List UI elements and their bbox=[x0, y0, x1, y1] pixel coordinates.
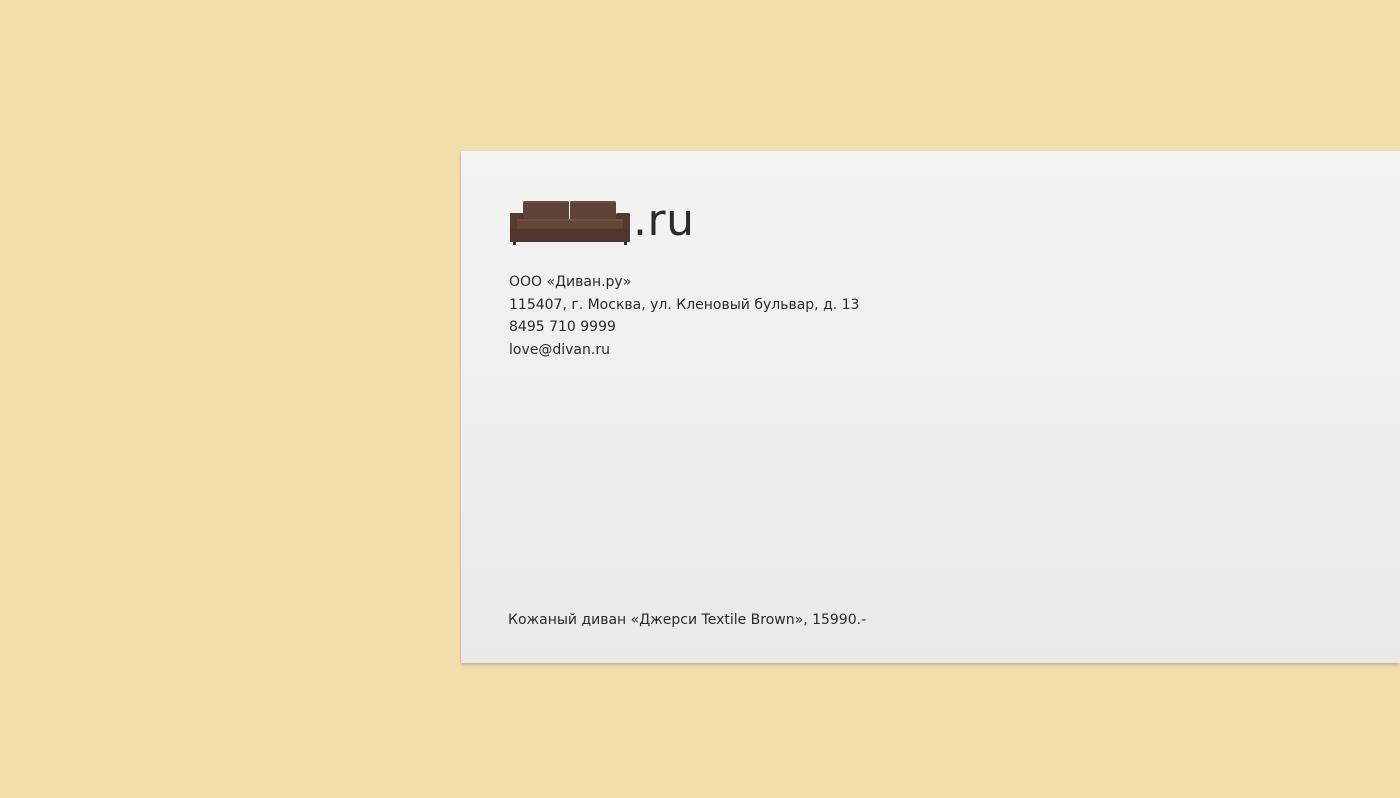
product-caption: Кожаный диван «Джерси Textile Brown», 15… bbox=[508, 612, 867, 628]
logo-domain-suffix: .ru bbox=[633, 195, 695, 246]
company-name: ООО «Диван.ру» bbox=[509, 274, 632, 290]
company-address-block: ООО «Диван.ру» 115407, г. Москва, ул. Кл… bbox=[509, 271, 859, 362]
phone-number: 8495 710 9999 bbox=[509, 319, 616, 336]
email-address: love@divan.ru bbox=[509, 342, 610, 359]
logo: .ru bbox=[509, 195, 694, 247]
sofa-icon bbox=[510, 201, 630, 245]
street-address: 115407, г. Москва, ул. Кленовый бульвар,… bbox=[509, 296, 860, 313]
envelope: .ru ООО «Диван.ру» 115407, г. Москва, ул… bbox=[461, 151, 1400, 663]
